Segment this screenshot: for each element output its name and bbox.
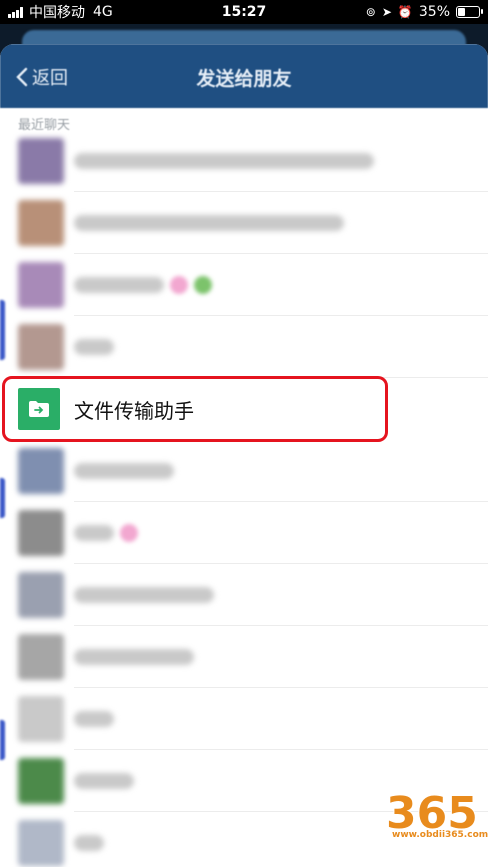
contact-name-blurred <box>74 773 134 789</box>
highlight-annotation <box>2 376 388 442</box>
avatar <box>18 510 64 556</box>
avatar <box>18 572 64 618</box>
avatar <box>18 324 64 370</box>
status-bar: 中国移动 4G 15:27 ⊚ ➤ ⏰ 35% <box>0 0 488 24</box>
battery-percent: 35% <box>418 4 450 20</box>
contact-name-blurred <box>74 587 214 603</box>
contact-row[interactable] <box>0 130 488 192</box>
contact-list: 文件传输助手 <box>0 130 488 867</box>
alarm-icon: ⏰ <box>397 5 413 19</box>
contact-name-blurred <box>74 153 374 169</box>
contact-row[interactable] <box>0 502 488 564</box>
contact-name-blurred <box>74 835 104 851</box>
contact-name-blurred <box>74 649 194 665</box>
avatar <box>18 696 64 742</box>
contact-name-blurred <box>74 277 164 293</box>
contact-name-blurred <box>74 339 114 355</box>
contact-name-blurred <box>74 525 114 541</box>
clock: 15:27 <box>221 4 267 20</box>
background-edge <box>0 478 5 518</box>
contact-row[interactable] <box>0 564 488 626</box>
watermark-url: www.obdii365.com <box>392 830 488 840</box>
contact-row[interactable] <box>0 316 488 378</box>
emoji-icon <box>170 276 188 294</box>
contact-row[interactable] <box>0 192 488 254</box>
contact-row[interactable] <box>0 626 488 688</box>
contact-name-blurred <box>74 463 174 479</box>
emoji-icon <box>120 524 138 542</box>
contact-row[interactable] <box>0 688 488 750</box>
avatar <box>18 200 64 246</box>
avatar <box>18 262 64 308</box>
battery-icon <box>456 6 483 18</box>
signal-icon <box>8 6 23 18</box>
avatar <box>18 820 64 866</box>
contact-name-blurred <box>74 215 344 231</box>
avatar <box>18 758 64 804</box>
avatar <box>18 634 64 680</box>
network-label: 4G <box>93 4 113 20</box>
location-icon: ➤ <box>381 5 392 19</box>
nav-bar: 返回 发送给朋友 <box>0 44 488 108</box>
avatar <box>18 138 64 184</box>
page-title: 发送给朋友 <box>196 68 292 90</box>
avatar <box>18 448 64 494</box>
background-edge <box>0 720 5 760</box>
rotation-lock-icon: ⊚ <box>365 5 376 19</box>
carrier-label: 中国移动 <box>29 5 85 21</box>
emoji-icon <box>194 276 212 294</box>
contact-row[interactable] <box>0 254 488 316</box>
contact-row[interactable] <box>0 440 488 502</box>
share-sheet: 返回 发送给朋友 最近聊天 文件传输助手 <box>0 44 488 867</box>
section-title: 最近聊天 <box>18 118 71 133</box>
battery-level <box>458 8 465 16</box>
contact-name-blurred <box>74 711 114 727</box>
background-edge <box>0 300 5 360</box>
